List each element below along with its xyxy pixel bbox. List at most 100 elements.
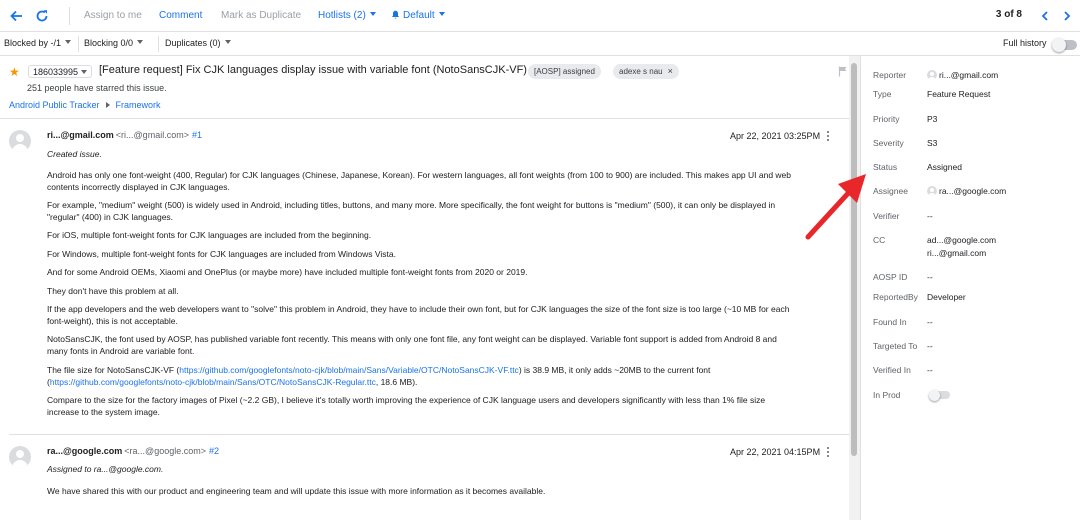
verifier-label: Verifier	[873, 211, 900, 221]
comment-text: Android has only one font-weight (400, R…	[47, 170, 792, 180]
relations-bar: Blocked by -/1 Blocking 0/0 Duplicates (…	[0, 32, 1080, 56]
comment-text: Compare to the size for the factory imag…	[47, 395, 766, 405]
back-arrow-icon[interactable]	[7, 7, 25, 25]
targeted-to-value[interactable]: --	[927, 341, 933, 351]
font-link-vf[interactable]: https://github.com/googlefonts/noto-cjk/…	[179, 365, 519, 375]
targeted-to-label: Targeted To	[873, 341, 918, 351]
more-vert-icon[interactable]	[827, 131, 830, 143]
avatar-icon	[927, 70, 937, 80]
duplicates-dropdown[interactable]: Duplicates (0)	[165, 38, 231, 48]
user-chip-label: adexe s nau	[619, 67, 663, 76]
reported-by-label: ReportedBy	[873, 292, 918, 302]
vertical-scrollbar[interactable]	[849, 56, 860, 520]
starred-count: 251 people have starred this issue.	[27, 83, 167, 93]
chevron-right-icon[interactable]	[1058, 7, 1076, 25]
reported-by-value[interactable]: Developer	[927, 292, 966, 302]
priority-value[interactable]: P3	[927, 114, 937, 124]
comment-text: (https://github.com/googlefonts/noto-cjk…	[47, 376, 837, 388]
assign-to-me-button[interactable]: Assign to me	[84, 9, 142, 23]
reporter-value: ri...@gmail.com	[927, 70, 998, 80]
aosp-id-label: AOSP ID	[873, 272, 908, 282]
scrollbar-thumb[interactable]	[851, 63, 857, 456]
comment-text: The file size for NotoSansCJK-VF (https:…	[47, 364, 837, 376]
cc-value[interactable]: ad...@google.com	[927, 235, 996, 245]
chevron-left-icon[interactable]	[1036, 7, 1054, 25]
comment-text: Created issue.	[47, 149, 102, 159]
verified-in-value[interactable]: --	[927, 365, 933, 375]
status-chip: [AOSP] assigned	[528, 64, 601, 79]
comment-text: And for some Android OEMs, Xiaomi and On…	[47, 267, 528, 277]
comment-button[interactable]: Comment	[159, 9, 202, 23]
comment-divider	[9, 434, 849, 435]
avatar	[9, 446, 31, 468]
verifier-value[interactable]: --	[927, 211, 933, 221]
author-email: <ri...@gmail.com>	[115, 130, 189, 140]
author-email: <ra...@google.com>	[124, 446, 206, 456]
hotlists-label: Hotlists (2)	[318, 10, 366, 21]
comment-number-link[interactable]: #2	[209, 446, 219, 456]
hotlists-dropdown[interactable]: Hotlists (2)	[318, 9, 376, 23]
assignee-email: ra...@google.com	[939, 186, 1007, 196]
bell-icon	[391, 10, 400, 19]
status-label: Status	[873, 162, 898, 172]
breadcrumb: Android Public Tracker Framework	[9, 100, 161, 110]
avatar	[9, 130, 31, 152]
author-name: ri...@gmail.com	[47, 130, 114, 140]
toggle-knob	[1052, 38, 1066, 52]
comment-text: We have shared this with our product and…	[47, 486, 546, 496]
breadcrumb-component[interactable]: Framework	[116, 100, 161, 110]
comment-text: For iOS, multiple font-weight fonts for …	[47, 230, 372, 240]
text-span: , 18.6 MB).	[375, 377, 418, 387]
verified-in-label: Verified In	[873, 365, 911, 375]
cc-value[interactable]: ri...@gmail.com	[927, 248, 986, 258]
comment-text: Assigned to ra...@google.com.	[47, 464, 164, 474]
font-link-regular[interactable]: https://github.com/googlefonts/noto-cjk/…	[50, 377, 376, 387]
blocking-dropdown[interactable]: Blocking 0/0	[84, 38, 143, 48]
top-toolbar: Assign to me Comment Mark as Duplicate H…	[0, 0, 1080, 32]
comment-author: ri...@gmail.com <ri...@gmail.com> #1	[47, 130, 202, 140]
comment-number-link[interactable]: #1	[192, 130, 202, 140]
type-value[interactable]: Feature Request	[927, 89, 990, 99]
severity-value[interactable]: S3	[927, 138, 937, 148]
comment-text: If the app developers and the web develo…	[47, 304, 790, 314]
reporter-label: Reporter	[873, 70, 907, 80]
more-vert-icon[interactable]	[827, 447, 830, 459]
user-chip[interactable]: adexe s nau ×	[613, 64, 679, 79]
flag-icon[interactable]	[838, 66, 848, 77]
found-in-value[interactable]: --	[927, 317, 933, 327]
blocked-by-dropdown[interactable]: Blocked by -/1	[4, 38, 71, 48]
comment-date: Apr 22, 2021 04:15PM	[730, 447, 821, 457]
comment-text: font-weight), this is not acceptable.	[47, 316, 178, 326]
in-prod-label: In Prod	[873, 390, 901, 400]
in-prod-toggle[interactable]	[929, 389, 950, 401]
breadcrumb-tracker[interactable]: Android Public Tracker	[9, 100, 100, 110]
severity-label: Severity	[873, 138, 904, 148]
reporter-email: ri...@gmail.com	[939, 70, 999, 80]
close-icon[interactable]: ×	[668, 66, 673, 76]
star-icon[interactable]: ★	[9, 65, 20, 79]
blocking-label: Blocking 0/0	[84, 38, 134, 48]
priority-label: Priority	[873, 114, 900, 124]
comment-text: For Windows, multiple font-weight fonts …	[47, 249, 396, 259]
comment-text: NotoSansCJK, the font used by AOSP, has …	[47, 334, 777, 344]
toolbar-divider	[69, 7, 70, 25]
assignee-value[interactable]: ra...@google.com	[927, 186, 1006, 196]
notification-dropdown[interactable]: Default	[391, 9, 445, 23]
full-history-toggle[interactable]	[1052, 38, 1077, 52]
status-value[interactable]: Assigned	[927, 162, 962, 172]
cc-label: CC	[873, 235, 886, 245]
author-name: ra...@google.com	[47, 446, 123, 456]
comment-date: Apr 22, 2021 03:25PM	[730, 131, 821, 141]
aosp-id-value[interactable]: --	[927, 272, 933, 282]
found-in-label: Found In	[873, 317, 907, 327]
type-label: Type	[873, 89, 892, 99]
text-span: ) is 38.9 MB, it only adds ~20MB to the …	[518, 365, 711, 375]
blocked-by-label: Blocked by -/1	[4, 38, 62, 48]
toggle-knob	[929, 389, 940, 401]
issue-id-dropdown[interactable]: 186033995	[28, 65, 93, 78]
notification-label: Default	[403, 10, 435, 21]
assignee-label: Assignee	[873, 186, 908, 196]
issue-title: [Feature request] Fix CJK languages disp…	[99, 64, 527, 76]
mark-duplicate-button[interactable]: Mark as Duplicate	[221, 9, 301, 23]
refresh-icon[interactable]	[33, 7, 51, 25]
